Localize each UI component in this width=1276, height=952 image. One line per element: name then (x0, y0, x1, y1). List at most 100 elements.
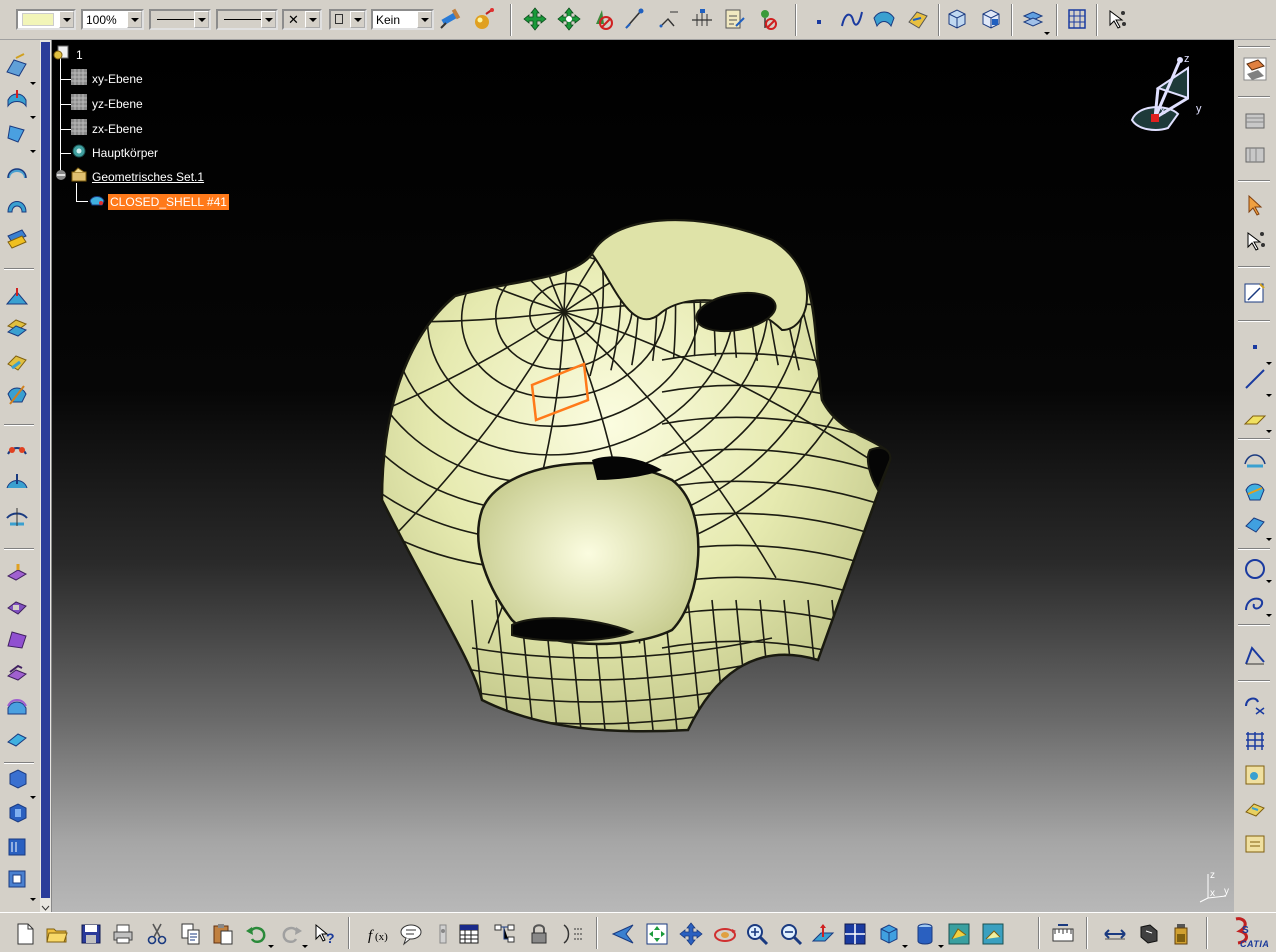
hide-icon[interactable] (755, 6, 781, 32)
tree-item-zx-plane[interactable]: zx-Ebene (92, 122, 143, 136)
swap-visible-space-icon[interactable] (980, 921, 1006, 947)
chevron-down-icon[interactable] (350, 11, 365, 28)
instantiate-icon[interactable] (1242, 142, 1268, 168)
transform-icon[interactable] (4, 470, 30, 496)
closed-shell-icon[interactable] (88, 191, 106, 209)
law-icon[interactable] (430, 921, 456, 947)
help-icon[interactable]: ? (312, 921, 338, 947)
tree-root-label[interactable]: 1 (76, 48, 83, 62)
heal-icon[interactable] (4, 350, 30, 376)
geometric-set-icon[interactable] (70, 166, 88, 184)
render-mode-icon[interactable] (1020, 6, 1046, 32)
projection-icon[interactable] (1242, 444, 1268, 470)
remove-lump-icon[interactable] (4, 866, 30, 892)
extract-icon[interactable] (4, 438, 30, 464)
zoom-out-icon[interactable] (778, 921, 804, 947)
grid-icon[interactable] (1064, 6, 1090, 32)
tree-scrollbar[interactable] (40, 40, 52, 912)
plane-icon[interactable] (70, 68, 88, 86)
remove-face-icon[interactable] (4, 726, 30, 752)
dropdown-arrow-icon[interactable] (302, 945, 308, 948)
linetype-combo[interactable] (149, 9, 211, 30)
dropdown-arrow-icon[interactable] (1266, 580, 1272, 583)
pan-icon[interactable] (522, 6, 548, 32)
curve-icon[interactable] (1242, 590, 1268, 616)
sketch-icon[interactable] (4, 52, 30, 78)
new-file-icon[interactable] (12, 921, 38, 947)
surface-icon[interactable] (871, 6, 897, 32)
battery-icon[interactable] (1168, 921, 1194, 947)
compass[interactable]: z y x (1128, 48, 1218, 148)
comment-icon[interactable] (398, 921, 424, 947)
workbench-icon[interactable] (1242, 56, 1268, 82)
powercopy-icon[interactable] (1242, 762, 1268, 788)
line-tool-icon[interactable] (1242, 366, 1268, 392)
dropdown-arrow-icon[interactable] (902, 945, 908, 948)
dropdown-arrow-icon[interactable] (30, 898, 36, 901)
dropdown-arrow-icon[interactable] (268, 945, 274, 948)
open-folder-icon[interactable] (44, 921, 70, 947)
sketcher-icon[interactable] (1242, 280, 1268, 306)
pad-icon[interactable] (4, 560, 30, 586)
sketch-analysis-icon[interactable] (560, 921, 586, 947)
transparency-combo[interactable]: 100% (81, 9, 144, 30)
intersect-icon[interactable] (4, 834, 30, 860)
normal-view-icon[interactable] (810, 921, 836, 947)
intersection-icon[interactable] (1242, 478, 1268, 504)
render-style-combo[interactable] (329, 9, 367, 30)
painter-icon[interactable] (438, 6, 464, 32)
chevron-down-icon[interactable] (59, 11, 74, 28)
save-icon[interactable] (78, 921, 104, 947)
color-combo[interactable] (16, 9, 76, 30)
add-icon[interactable] (4, 800, 30, 826)
cut-icon[interactable] (144, 921, 170, 947)
repetition-icon[interactable] (1242, 692, 1268, 718)
chevron-down-icon[interactable] (261, 11, 276, 28)
shading-icon[interactable] (912, 921, 938, 947)
sweep-icon[interactable] (4, 158, 30, 184)
point-tool-icon[interactable] (1242, 334, 1268, 360)
catalog-icon[interactable] (1242, 108, 1268, 134)
dropdown-arrow-icon[interactable] (1044, 32, 1050, 35)
solid-icon[interactable] (4, 766, 30, 792)
fit-all-in-icon[interactable] (644, 921, 670, 947)
tree-item-main-body[interactable]: Hauptkörper (92, 146, 158, 160)
zoom-in-icon[interactable] (744, 921, 770, 947)
symmetry-icon[interactable] (4, 504, 30, 530)
copy-icon[interactable] (178, 921, 204, 947)
dropdown-arrow-icon[interactable] (30, 796, 36, 799)
dropdown-arrow-icon[interactable] (938, 945, 944, 948)
view-front-icon[interactable] (944, 6, 970, 32)
fill-icon[interactable] (4, 192, 30, 218)
pocket-icon[interactable] (4, 594, 30, 620)
point-symbol-combo[interactable]: ✕ (282, 9, 322, 30)
dropdown-arrow-icon[interactable] (1266, 614, 1272, 617)
revolve-icon[interactable] (4, 120, 30, 146)
apply-material-icon[interactable] (471, 6, 497, 32)
dropdown-arrow-icon[interactable] (30, 82, 36, 85)
paste-icon[interactable] (210, 921, 236, 947)
plane-icon[interactable] (70, 93, 88, 111)
part-icon[interactable] (53, 44, 71, 62)
pattern-icon[interactable] (1242, 728, 1268, 754)
point-tool-icon[interactable] (807, 6, 833, 32)
document-icon[interactable] (1242, 830, 1268, 856)
print-icon[interactable] (110, 921, 136, 947)
view-iso-icon[interactable] (978, 6, 1004, 32)
measure-item-icon[interactable] (689, 6, 715, 32)
spline-icon[interactable] (839, 6, 865, 32)
formula-icon[interactable]: f (x) (366, 921, 392, 947)
dropdown-arrow-icon[interactable] (30, 150, 36, 153)
measure-icon[interactable] (1050, 921, 1076, 947)
circle-icon[interactable] (1242, 556, 1268, 582)
scrollbar-thumb[interactable] (41, 42, 50, 898)
tree-item-closed-shell[interactable]: CLOSED_SHELL #41 (108, 194, 229, 210)
layer-combo[interactable]: Kein (371, 9, 434, 30)
knowledge-icon[interactable] (1242, 796, 1268, 822)
distance-icon[interactable] (1102, 921, 1128, 947)
fit-all-icon[interactable] (556, 6, 582, 32)
rotate-icon[interactable] (712, 921, 738, 947)
sew-surface-icon[interactable] (4, 694, 30, 720)
close-surface-icon[interactable] (4, 660, 30, 686)
collapse-icon[interactable] (52, 166, 70, 184)
